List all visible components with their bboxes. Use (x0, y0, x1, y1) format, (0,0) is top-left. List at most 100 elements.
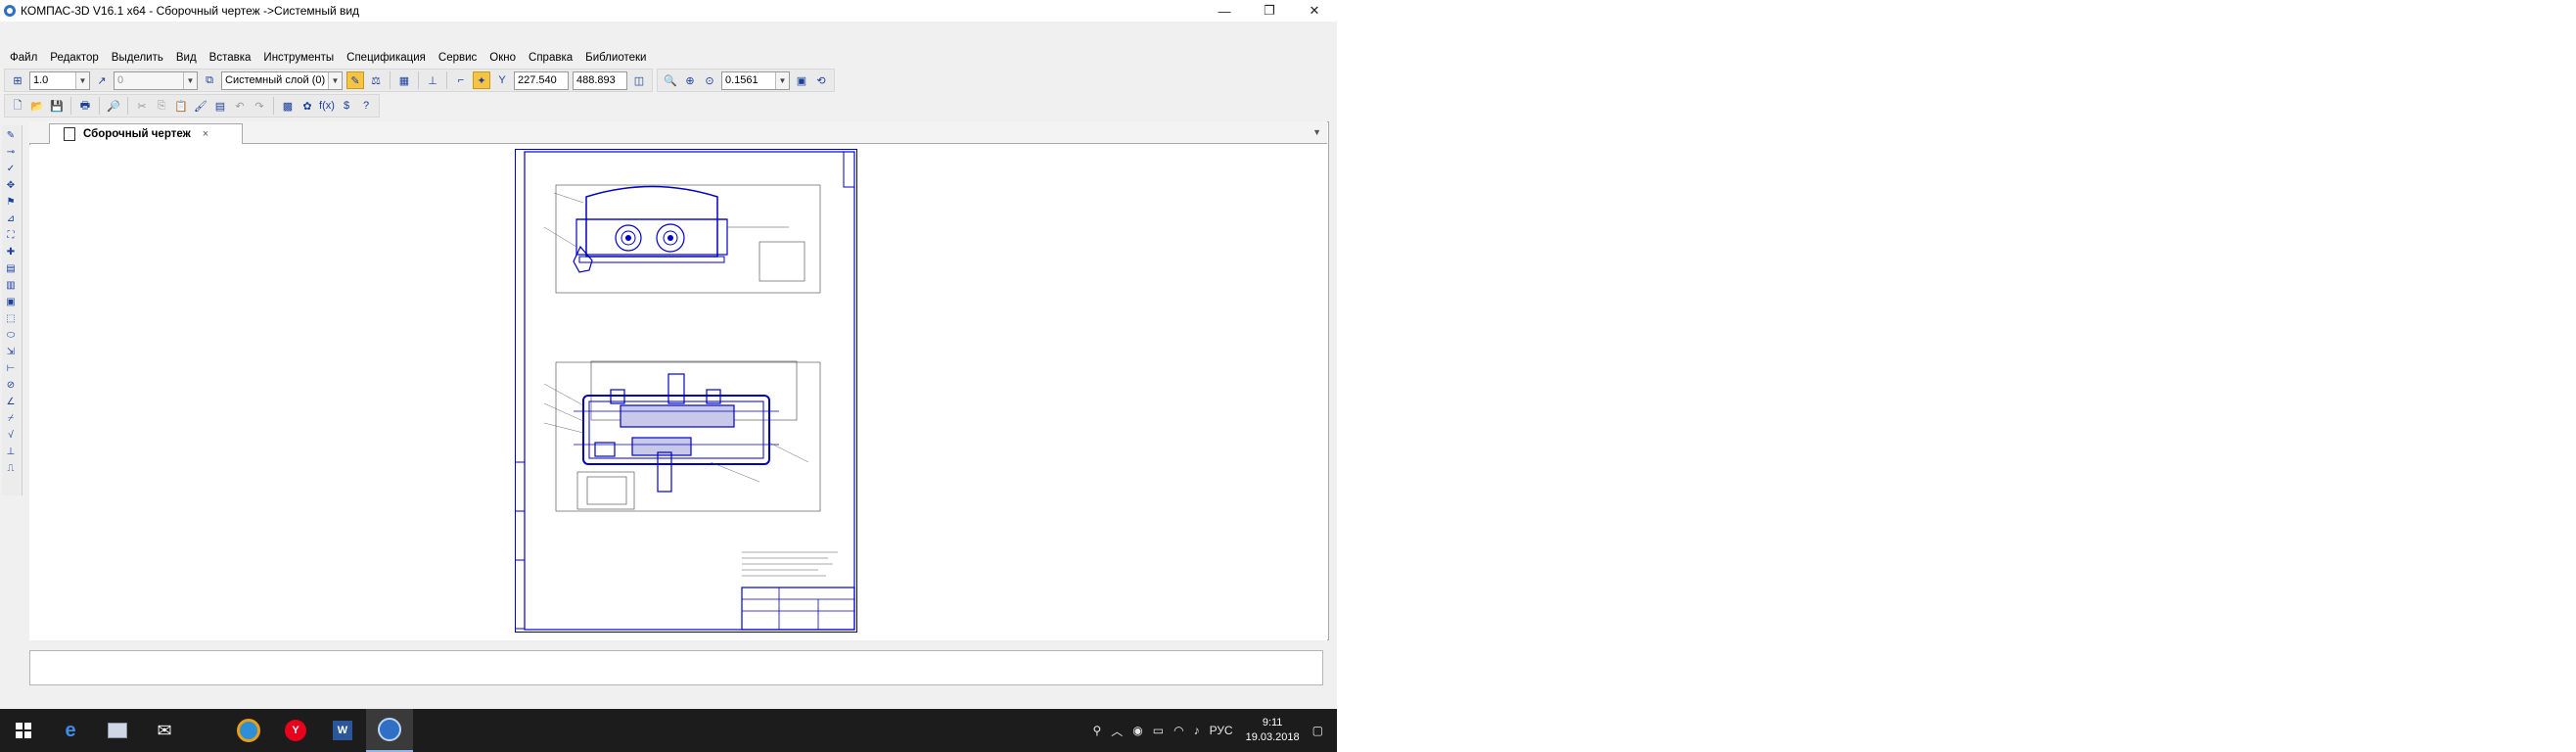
local-cs-icon[interactable]: ⊥ (425, 72, 440, 88)
layer-select[interactable]: Системный слой (0) ▼ (221, 70, 343, 90)
scale-select[interactable]: 1.0 ▼ (29, 70, 90, 90)
minimize-button[interactable]: — (1202, 0, 1247, 22)
zoom-in-icon[interactable]: 🔍 (663, 72, 678, 88)
selection-icon[interactable]: ⛶ (3, 228, 19, 242)
insert-icon[interactable]: ▣ (3, 295, 19, 308)
kompas-icon[interactable] (366, 709, 413, 752)
tab-close-icon[interactable]: × (203, 128, 208, 140)
menu-edit[interactable]: Редактор (50, 52, 99, 64)
report-icon[interactable]: ▥ (3, 278, 19, 292)
people-icon[interactable]: ⚲ (1092, 724, 1101, 737)
chrome-icon[interactable] (225, 709, 272, 752)
zoom-icon[interactable]: ⊙ (702, 72, 717, 88)
file-explorer-icon[interactable] (94, 709, 141, 752)
tab-list-chevron-icon[interactable]: ▼ (1312, 127, 1321, 137)
language-indicator[interactable]: РУС (1210, 724, 1233, 737)
copy-icon[interactable]: ⎘ (154, 98, 169, 114)
manager-icon[interactable]: ▤ (212, 98, 228, 114)
measure-icon[interactable]: ⊿ (3, 212, 19, 225)
library-manager-icon[interactable]: ▩ (280, 98, 296, 114)
system-tray: ⚲ ︿ ◉ ▭ ◠ ♪ РУС 9:11 19.03.2018 ▢ (1087, 709, 1337, 752)
circle-dim-icon[interactable]: ⊘ (3, 378, 19, 392)
clock[interactable]: 9:11 19.03.2018 (1246, 716, 1300, 745)
volume-icon[interactable]: ♪ (1194, 724, 1200, 737)
function-icon[interactable]: f(x) (319, 98, 335, 114)
paste-icon[interactable]: 📋 (173, 98, 189, 114)
menu-view[interactable]: Вид (176, 52, 197, 64)
ortho-icon[interactable]: ⌐ (453, 72, 469, 88)
help-pointer-icon[interactable]: ? (358, 98, 374, 114)
word-icon[interactable]: W (319, 709, 366, 752)
save-icon[interactable]: 💾 (49, 98, 65, 114)
menu-service[interactable]: Сервис (438, 52, 477, 64)
step-select[interactable]: 0 ▼ (114, 70, 198, 90)
edit-icon[interactable]: ✥ (3, 178, 19, 192)
menu-insert[interactable]: Вставка (209, 52, 252, 64)
undo-icon[interactable]: ↶ (232, 98, 248, 114)
title-bar: КОМПАС-3D V16.1 x64 - Сборочный чертеж -… (0, 0, 1337, 22)
round-icon[interactable]: ◫ (631, 72, 647, 88)
kompas-logo-icon (4, 5, 16, 17)
base-icon[interactable]: ⊥ (3, 445, 19, 458)
align-icon[interactable]: ⇲ (3, 345, 19, 358)
grid-icon[interactable]: ▦ (396, 72, 412, 88)
chevron-up-icon[interactable]: ︿ (1111, 723, 1123, 739)
geometry-icon[interactable]: ✎ (3, 128, 19, 142)
menu-specification[interactable]: Спецификация (346, 52, 426, 64)
parametrization-icon[interactable]: ⚑ (3, 195, 19, 209)
associative-view-icon[interactable]: ✚ (3, 245, 19, 258)
windows-start-icon[interactable] (0, 709, 47, 752)
new-document-icon[interactable]: 🗋 (10, 98, 25, 114)
notifications-icon[interactable]: ▢ (1312, 724, 1323, 737)
menu-help[interactable]: Справка (529, 52, 573, 64)
linear-dim-icon[interactable]: ⊢ (3, 361, 19, 375)
current-state-toolbar: ⊞ 1.0 ▼ ↗ 0 ▼ ⧉ Системный слой (0) ▼ ✎ ⚖ ▦ … (0, 69, 1337, 92)
edge-icon[interactable]: e (47, 709, 94, 752)
redo-icon[interactable]: ↷ (252, 98, 267, 114)
variables-icon[interactable]: ✿ (299, 98, 315, 114)
zoom-select[interactable]: 0.1561 ▼ (721, 70, 790, 90)
snap-icon[interactable]: ✦ (473, 71, 490, 89)
refresh-icon[interactable]: ⟲ (813, 72, 829, 88)
yandex-icon[interactable]: Y (272, 709, 319, 752)
menu-tools[interactable]: Инструменты (263, 52, 334, 64)
close-button[interactable]: ✕ (1292, 0, 1337, 22)
preview-icon[interactable]: 🔎 (106, 98, 121, 114)
wifi-icon[interactable]: ◠ (1173, 724, 1183, 737)
battery-icon[interactable]: ▭ (1153, 724, 1164, 737)
open-icon[interactable]: 📂 (29, 98, 45, 114)
mail-icon[interactable]: ✉ (141, 709, 188, 752)
zoom-window-icon[interactable]: ⊕ (682, 72, 698, 88)
format-copy-icon[interactable]: 🖌 (193, 98, 208, 114)
leader-icon[interactable]: ⌿ (3, 411, 19, 425)
angle-dim-icon[interactable]: ∠ (3, 395, 19, 408)
menu-file[interactable]: Файл (10, 52, 37, 64)
print-icon[interactable]: 🖶 (77, 98, 93, 114)
coord-y-field[interactable]: 488.893 (573, 70, 627, 90)
layer-icon[interactable]: ⧉ (202, 72, 217, 88)
coord-x-field[interactable]: 227.540 (514, 70, 569, 90)
menu-select[interactable]: Выделить (112, 52, 163, 64)
layers-icon[interactable]: ⬚ (3, 311, 19, 325)
properties-icon[interactable]: ⚖ (368, 72, 384, 88)
roughness-icon[interactable]: √ (3, 428, 19, 442)
dimensions-icon[interactable]: ⊸ (3, 145, 19, 159)
style-icon[interactable]: ✎ (346, 71, 364, 89)
tolerance-icon[interactable]: ⎍ (3, 461, 19, 475)
drawing-canvas[interactable] (29, 145, 1327, 640)
spec-icon[interactable]: ▤ (3, 261, 19, 275)
standard-toolbar: 🗋 📂 💾 🖶 🔎 ✂ ⎘ 📋 🖌 ▤ ↶ ↷ ▩ ✿ f(x) $ ? (0, 94, 1337, 118)
converter-icon[interactable]: $ (339, 98, 354, 114)
menu-libraries[interactable]: Библиотеки (585, 52, 646, 64)
grid-snap-icon[interactable]: ⊞ (10, 72, 25, 88)
show-all-icon[interactable]: ▣ (794, 72, 809, 88)
symbols-icon[interactable]: ✓ (3, 162, 19, 175)
cut-icon[interactable]: ✂ (134, 98, 150, 114)
chrome-tray-icon[interactable]: ◉ (1132, 724, 1142, 737)
tab-assembly-drawing[interactable]: Сборочный чертеж × (49, 123, 243, 144)
y-coord-icon: Y (498, 74, 506, 86)
clock-time: 9:11 (1262, 717, 1283, 728)
maximize-button[interactable]: ❐ (1247, 0, 1292, 22)
fragment-icon[interactable]: ⬭ (3, 328, 19, 342)
menu-window[interactable]: Окно (489, 52, 516, 64)
